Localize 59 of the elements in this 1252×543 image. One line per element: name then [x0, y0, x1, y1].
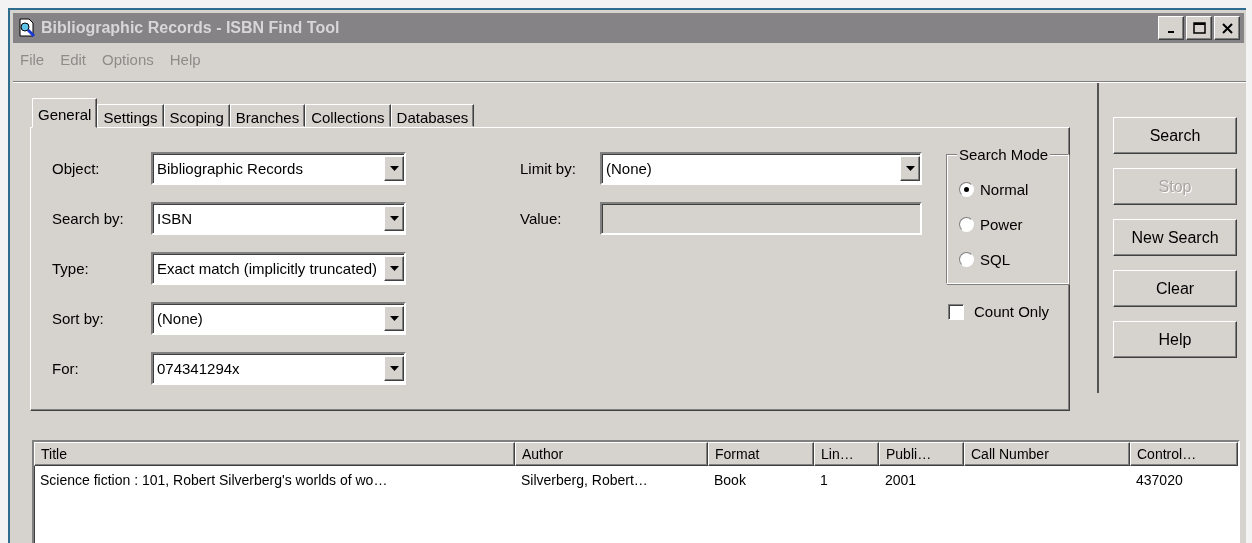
column-header[interactable]: Author: [515, 442, 708, 466]
field-label: For:: [52, 360, 80, 377]
group-title: Search Mode: [957, 146, 1051, 163]
caret-icon: [389, 216, 399, 221]
table-cell-text: Silverberg, Robert…: [520, 471, 649, 490]
dropdown-field[interactable]: (None): [151, 302, 406, 335]
table-cell-text: 1: [819, 471, 829, 490]
column-header[interactable]: Call Number: [964, 442, 1130, 466]
radio-label: Power: [980, 215, 1023, 233]
caret-icon: [389, 316, 399, 321]
close-icon: [1220, 22, 1234, 34]
action-button[interactable]: Search: [1113, 117, 1237, 154]
caret-icon: [389, 166, 399, 171]
table-cell-text: Book: [713, 471, 747, 490]
minimize-button[interactable]: [1158, 16, 1184, 40]
radio-button[interactable]: [959, 216, 974, 232]
tab[interactable]: Databases: [390, 104, 475, 127]
column-header[interactable]: Control…: [1130, 442, 1238, 466]
field-label: Search by:: [52, 210, 125, 227]
tab[interactable]: Scoping: [163, 104, 230, 127]
dropdown-field[interactable]: 074341294x: [151, 352, 406, 385]
radio-button[interactable]: [959, 181, 974, 197]
field-label: Limit by:: [520, 160, 577, 177]
tab[interactable]: Branches: [229, 104, 306, 127]
tab[interactable]: Settings: [97, 104, 164, 127]
table-cell-text: 2001: [884, 471, 918, 490]
maximize-icon: [1192, 22, 1206, 34]
caret-icon: [905, 166, 915, 171]
column-header[interactable]: Publi…: [879, 442, 964, 466]
field-label: Value:: [520, 210, 563, 227]
minimize-icon: [1168, 31, 1174, 33]
maximize-button[interactable]: [1186, 16, 1212, 40]
radio-label: Normal: [980, 180, 1029, 198]
field-label: Object:: [52, 160, 101, 177]
column-header[interactable]: Lin…: [814, 442, 879, 466]
tab[interactable]: General: [32, 98, 98, 128]
action-button[interactable]: Clear: [1113, 270, 1237, 307]
checkbox-label: Count Only: [974, 303, 1050, 320]
window-title: Bibliographic Records - ISBN Find Tool: [41, 19, 340, 37]
dropdown-field[interactable]: Bibliographic Records: [151, 152, 406, 185]
radio-button[interactable]: [959, 251, 974, 267]
dropdown-field[interactable]: (None): [600, 152, 922, 185]
document-magnifier-icon: [17, 18, 37, 38]
field-label: Type:: [52, 260, 90, 277]
column-header[interactable]: Title: [34, 442, 515, 466]
radio-label: SQL: [980, 250, 1010, 268]
action-button[interactable]: Help: [1113, 321, 1237, 358]
table-cell-text: Science fiction : 101, Robert Silverberg's worlds of wo…: [39, 471, 389, 490]
close-button[interactable]: [1214, 16, 1240, 40]
caret-icon: [389, 266, 399, 271]
column-header[interactable]: Format: [708, 442, 814, 466]
dropdown-field[interactable]: Exact match (implicitly truncated): [151, 252, 406, 285]
caret-icon: [389, 366, 399, 371]
dropdown-field[interactable]: ISBN: [151, 202, 406, 235]
checkbox[interactable]: [948, 303, 964, 320]
table-cell-text: 437020: [1135, 471, 1184, 490]
tab[interactable]: Collections: [305, 104, 391, 127]
field-label: Sort by:: [52, 310, 105, 327]
action-button[interactable]: New Search: [1113, 219, 1237, 256]
